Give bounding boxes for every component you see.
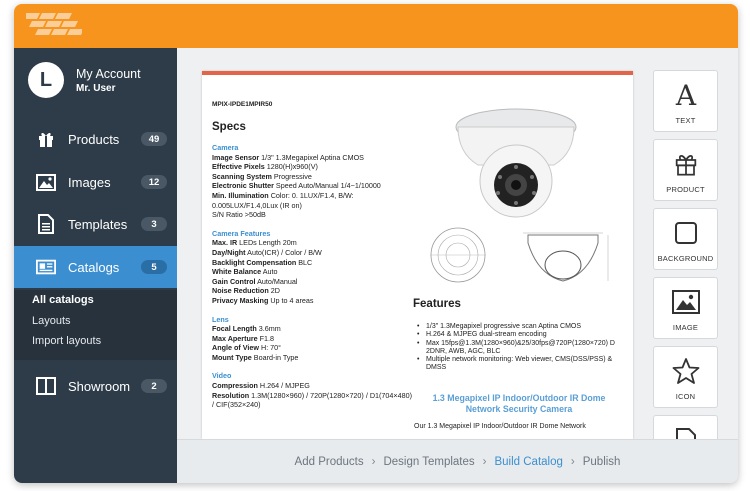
breadcrumb: Add Products › Design Templates › Build … [177,439,738,483]
gift-icon [36,129,56,149]
spec-line: Scanning System Progressive [212,171,312,181]
count-badge: 3 [141,217,167,231]
spec-line: White Balance Auto [212,267,278,277]
spec-section-title: Camera Features [212,228,271,238]
spec-line: Electronic Shutter Speed Auto/Manual 1/4… [212,181,381,191]
sidebar-item-label: Products [68,131,120,147]
sidebar-item-images[interactable]: Images 12 [14,161,177,203]
specs-list: Camera Image Sensor 1/3" 1.3Megapixel Ap… [212,143,412,410]
star-icon [671,357,701,385]
tool-background[interactable]: BACKGROUND [653,208,718,270]
spec-line: Backlight Compensation BLC [212,257,313,267]
tool-more[interactable] [653,415,718,439]
sidebar-item-products[interactable]: Products 49 [14,118,177,160]
spec-section-title: Lens [212,314,229,324]
document-icon [671,426,701,439]
model-number: MPIX-IPDE1MPIR50 [212,101,273,108]
sidebar: L My Account Mr. User Products 49 Images… [14,48,177,483]
spec-line: Max. IR LEDs Length 20m [212,238,297,248]
sidebar-item-templates[interactable]: Templates 3 [14,203,177,245]
spec-line: Gain Control Auto/Manual [212,276,298,286]
sidebar-item-catalogs[interactable]: Catalogs 5 [14,246,177,288]
document-icon [36,214,56,234]
spec-line: Resolution 1.3M(1280×960) / 720P(1280×72… [212,390,412,410]
step-add-products[interactable]: Add Products [295,456,364,468]
tool-icon[interactable]: ICON [653,346,718,408]
step-build-catalog[interactable]: Build Catalog [494,456,562,468]
chevron-right-icon: › [371,455,376,468]
spec-line: Mount Type Board-in Type [212,352,299,362]
count-badge: 5 [141,260,167,274]
spec-line: Angle of View H: 70° [212,343,282,353]
image-icon [671,288,701,316]
submenu-layouts[interactable]: Layouts [14,311,177,332]
tool-label: PRODUCT [666,185,705,194]
chevron-right-icon: › [570,455,575,468]
spec-line: Focal Length 3.6mm [212,324,281,334]
account-user: Mr. User [76,82,116,94]
spec-line: Noise Reduction 2D [212,286,280,296]
step-design-templates[interactable]: Design Templates [383,456,474,468]
account-block[interactable]: L My Account Mr. User [14,48,177,112]
sidebar-item-label: Images [68,174,111,190]
list-item: Multiple network monitoring: Web viewer,… [414,356,629,373]
catalogs-submenu: All catalogs Layouts Import layouts [14,290,177,360]
svg-text:A: A [674,81,696,109]
count-badge: 12 [141,175,167,189]
tool-image[interactable]: IMAGE [653,277,718,339]
sidebar-item-label: Templates [68,216,128,232]
submenu-import-layouts[interactable]: Import layouts [14,331,177,352]
spec-line: Compression H.264 / MJPEG [212,381,310,391]
logo[interactable] [26,13,82,39]
tool-palette: A TEXT PRODUCT BACKGROUND IMAGE ICON [653,70,719,439]
sidebar-item-label: Showroom [68,378,131,394]
product-photo[interactable] [448,105,578,221]
spec-line: Image Sensor 1/3" 1.3Megapixel Aptina CM… [212,152,364,162]
catalog-icon [36,257,56,277]
spec-section-title: Video [212,371,232,381]
top-bar [14,4,738,48]
features-heading: Features [413,298,461,310]
chevron-right-icon: › [482,455,487,468]
count-badge: 49 [141,132,167,146]
product-subtitle: 1.3 Megapixel IP Indoor/Outdoor IR Dome … [432,393,606,414]
count-badge: 2 [141,379,167,393]
tool-product[interactable]: PRODUCT [653,139,718,201]
tool-label: BACKGROUND [657,254,714,263]
spec-line: S/N Ratio >50dB [212,210,266,220]
gift-icon [671,150,701,178]
tool-label: TEXT [675,116,696,125]
features-list: 1/3" 1.3Megapixel progressive scan Aptin… [414,323,629,373]
avatar[interactable]: L [28,62,64,98]
sidebar-item-showroom[interactable]: Showroom 2 [14,365,177,407]
text-icon: A [671,81,701,109]
list-item: H.264 & MJPEG dual-stream encoding [414,331,629,340]
app-window: L My Account Mr. User Products 49 Images… [14,4,738,483]
product-description: Our 1.3 Megapixel IP Indoor/Outdoor IR D… [414,423,586,430]
square-icon [671,219,701,247]
book-icon [36,376,56,396]
technical-drawing [430,227,609,283]
step-publish[interactable]: Publish [583,456,621,468]
catalog-page[interactable]: MPIX-IPDE1MPIR50 Specs Camera Image Sens… [202,71,633,439]
editor-canvas: MPIX-IPDE1MPIR50 Specs Camera Image Sens… [177,48,738,439]
spec-line: Max Aperture F1.8 [212,333,275,343]
spec-line: Privacy Masking Up to 4 areas [212,295,314,305]
account-title[interactable]: My Account [76,67,141,81]
tool-label: ICON [675,392,696,401]
spec-line: Effective Pixels 1280(H)x960(V) [212,162,318,172]
list-item: 1/3" 1.3Megapixel progressive scan Aptin… [414,323,629,332]
submenu-all-catalogs[interactable]: All catalogs [14,290,177,311]
image-icon [36,172,56,192]
spec-line: Day/Night Auto(ICR) / Color / B/W [212,247,322,257]
spec-line: Min. Illumination Color: 0. 1LUX/F1.4, B… [212,190,354,210]
sidebar-item-label: Catalogs [68,259,120,275]
specs-heading: Specs [212,121,246,133]
spec-section-title: Camera [212,143,239,152]
list-item: Max 15fps@1.3M(1280×960)&25/30fps@720P(1… [414,340,629,357]
tool-label: IMAGE [672,323,699,332]
tool-text[interactable]: A TEXT [653,70,718,132]
